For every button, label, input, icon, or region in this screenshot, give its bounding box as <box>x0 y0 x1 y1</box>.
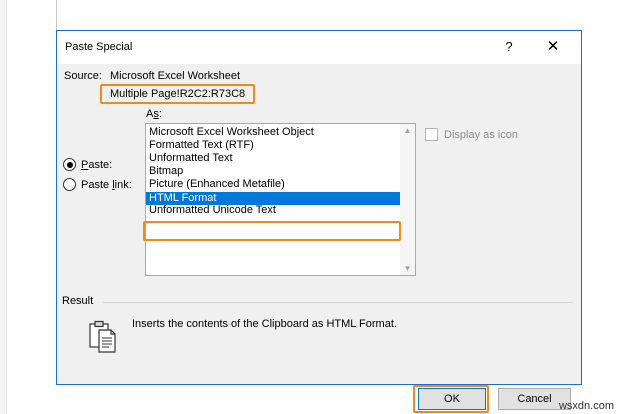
paste-link-label-pre: Paste <box>81 178 113 191</box>
background-window-edge <box>0 0 7 414</box>
paste-special-dialog: Paste Special ? ✕ Source: Microsoft Exce… <box>56 30 582 413</box>
paste-radio-label-post: aste: <box>88 158 113 171</box>
paste-link-radio-label: Paste link: <box>81 179 132 191</box>
result-label: Result <box>62 295 94 307</box>
list-item[interactable]: Formatted Text (RTF) <box>149 139 254 152</box>
result-description: Inserts the contents of the Clipboard as… <box>132 318 397 330</box>
paste-radio-option[interactable]: Paste: <box>63 158 112 171</box>
list-item[interactable]: Unformatted Text <box>149 152 233 165</box>
paste-link-radio-button[interactable] <box>63 178 76 191</box>
source-label: Source: <box>64 70 102 82</box>
as-format-listbox[interactable]: Microsoft Excel Worksheet Object Formatt… <box>145 123 416 276</box>
scroll-down-icon[interactable]: ▼ <box>400 262 415 275</box>
selection-highlight-outline <box>143 221 401 241</box>
watermark-text: wsxdn.com <box>558 400 614 412</box>
source-range-highlighted: Multiple Page!R2C2:R73C8 <box>100 84 255 104</box>
listbox-scrollbar[interactable]: ▲ ▼ <box>400 124 415 275</box>
clipboard-icon <box>89 320 116 353</box>
list-item[interactable]: Microsoft Excel Worksheet Object <box>149 126 314 139</box>
paste-radio-label: Paste: <box>81 159 112 171</box>
paste-radio-button[interactable] <box>63 158 76 171</box>
paste-link-radio-option[interactable]: Paste link: <box>63 178 132 191</box>
display-as-icon-checkbox[interactable] <box>425 128 438 141</box>
as-label-suffix: : <box>158 108 162 120</box>
close-button[interactable]: ✕ <box>537 34 569 60</box>
display-as-icon-option[interactable]: Display as icon <box>425 128 518 141</box>
result-divider <box>103 302 573 303</box>
help-button[interactable]: ? <box>493 34 525 60</box>
dialog-titlebar: Paste Special ? ✕ <box>57 31 581 64</box>
dialog-body: Source: Microsoft Excel Worksheet Multip… <box>57 64 581 413</box>
list-item[interactable]: Unformatted Unicode Text <box>149 204 276 217</box>
list-item[interactable]: Picture (Enhanced Metafile) <box>149 178 285 191</box>
paste-link-label-post: ink: <box>114 178 132 191</box>
display-as-icon-label: Display as icon <box>444 128 518 141</box>
screenshot-canvas: Paste Special ? ✕ Source: Microsoft Exce… <box>0 0 626 414</box>
ok-button[interactable]: OK <box>418 388 486 410</box>
scroll-up-icon[interactable]: ▲ <box>400 124 415 137</box>
source-value: Microsoft Excel Worksheet <box>110 70 241 82</box>
background-divider <box>56 0 57 30</box>
dialog-title: Paste Special <box>65 41 133 53</box>
list-item[interactable]: Bitmap <box>149 165 183 178</box>
as-label: As: <box>146 108 162 120</box>
